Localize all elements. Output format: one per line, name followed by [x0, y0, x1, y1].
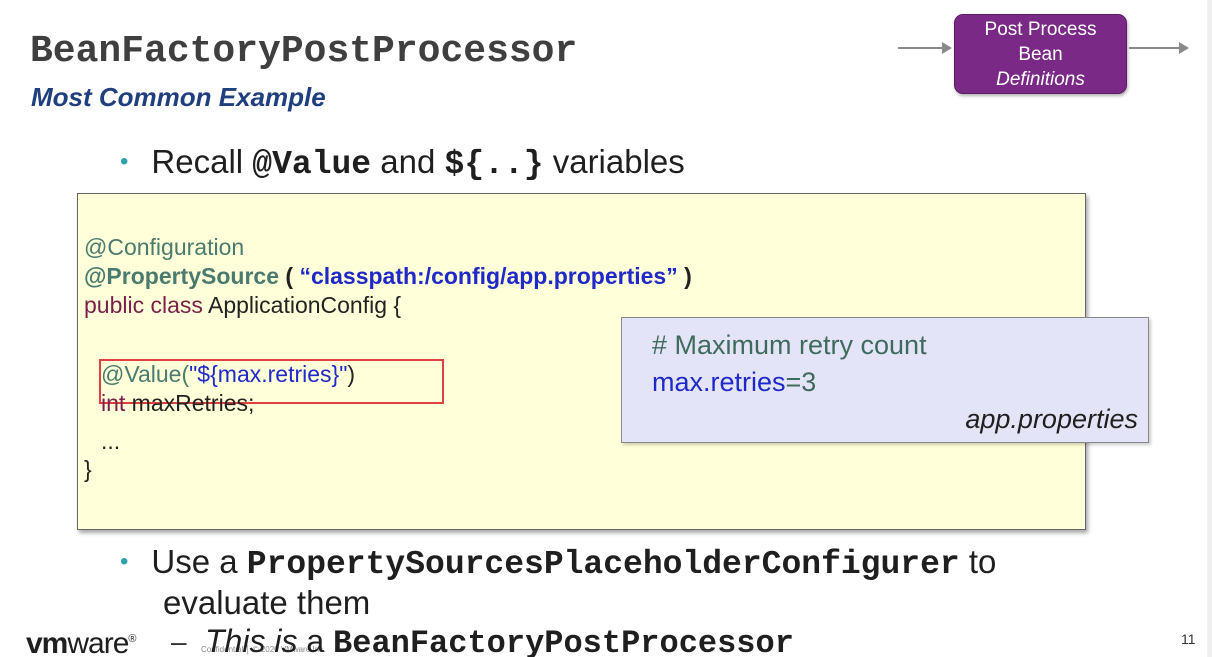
bullet-recall-suffix: variables	[543, 143, 685, 180]
properties-entry: max.retries=3	[652, 367, 816, 398]
code-field-name: maxRetries;	[125, 390, 255, 416]
code-line-propertysource: @PropertySource ( “classpath:/config/app…	[84, 263, 692, 290]
footer-note-prefix: This is	[205, 623, 298, 657]
bullet-use-code: PropertySourcesPlaceholderConfigurer	[246, 546, 960, 583]
bullet-recall-code-var: ${..}	[444, 146, 544, 183]
arrow-out-icon	[1129, 42, 1189, 54]
code-line-ellipsis: ...	[101, 428, 121, 454]
properties-value: =3	[785, 367, 817, 397]
code-value-string: "${max.retries}"	[189, 361, 348, 387]
page-number: 11	[1181, 631, 1196, 647]
code-paren-close: )	[677, 263, 692, 289]
bullet-dot-icon: •	[120, 548, 129, 575]
slide-title: BeanFactoryPostProcessor	[30, 30, 578, 73]
vmware-logo-vm: vm	[26, 627, 68, 657]
bullet-dot-icon: •	[120, 148, 129, 175]
bullet-use-prefix: Use a	[151, 543, 247, 580]
slide: BeanFactoryPostProcessor Most Common Exa…	[0, 0, 1212, 657]
process-box-line1: Post Process	[984, 19, 1097, 40]
code-classpath-string: “classpath:/config/app.properties”	[299, 263, 678, 289]
code-keyword-int: int	[101, 390, 126, 416]
slide-subtitle: Most Common Example	[31, 82, 326, 112]
properties-comment: # Maximum retry count	[652, 330, 927, 360]
right-edge-rule	[1207, 0, 1212, 657]
code-class-name: ApplicationConfig {	[202, 292, 402, 318]
code-line-close-brace: }	[84, 456, 92, 482]
code-paren-open: (	[278, 263, 300, 289]
code-line-configuration: @Configuration	[84, 234, 244, 261]
bullet-recall: • Recall @Value and ${..} variables	[120, 143, 685, 183]
code-line-field: int maxRetries;	[101, 390, 254, 417]
properties-filename: app.properties	[965, 404, 1138, 434]
code-line-value-annotation: @Value("${max.retries}")	[101, 361, 355, 388]
code-annotation-configuration: @Configuration	[84, 234, 245, 260]
process-box-line2: Bean	[1018, 44, 1063, 65]
vmware-logo-ware: ware	[67, 627, 129, 657]
vmware-logo-reg: ®	[128, 633, 137, 645]
properties-box: # Maximum retry count max.retries=3 app.…	[621, 317, 1149, 443]
code-annotation-propertysource: @PropertySource	[84, 263, 279, 289]
code-value-close: )	[347, 361, 356, 387]
bullet-use-configurer: • Use a PropertySourcesPlaceholderConfigu…	[120, 543, 996, 583]
footer-note-mid: a	[297, 623, 334, 657]
footer-dash: –	[171, 626, 187, 657]
code-line-class-decl: public class ApplicationConfig {	[84, 292, 401, 319]
bullet-use-line2: evaluate them	[163, 584, 371, 621]
code-keyword-public-class: public class	[84, 292, 203, 318]
bullet-use-suffix: to	[959, 543, 997, 580]
code-annotation-value: @Value(	[101, 361, 190, 387]
bullet-recall-code-value: @Value	[252, 146, 372, 183]
footer-note: This is a BeanFactoryPostProcessor	[205, 623, 794, 657]
process-box: Post Process Bean Definitions	[954, 14, 1127, 94]
vmware-logo: vmware®	[26, 627, 137, 657]
bullet-recall-middle: and	[371, 143, 445, 180]
bullet-recall-prefix: Recall	[151, 143, 253, 180]
footer-note-code: BeanFactoryPostProcessor	[333, 625, 794, 657]
properties-key: max.retries	[652, 367, 786, 397]
arrow-in-icon	[898, 42, 952, 54]
process-box-line3: Definitions	[996, 69, 1085, 90]
